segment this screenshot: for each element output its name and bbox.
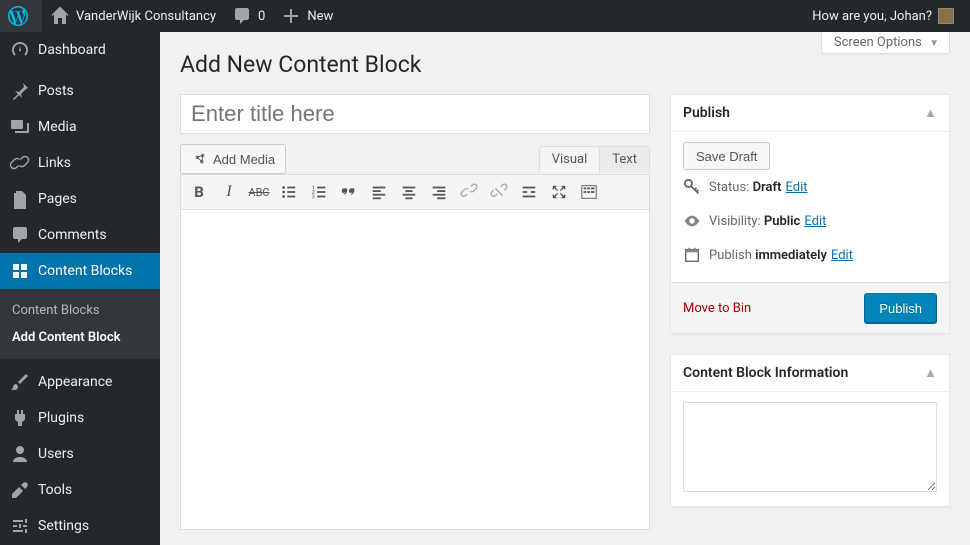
tab-visual[interactable]: Visual [539, 146, 601, 173]
align-right-button[interactable] [425, 179, 453, 205]
blockquote-button[interactable] [335, 179, 363, 205]
info-textarea[interactable] [683, 402, 937, 492]
plug-icon [10, 408, 30, 428]
editor-content-area[interactable] [180, 210, 650, 530]
pin-icon [10, 81, 30, 101]
bold-button[interactable]: B [185, 179, 213, 205]
new-content-link[interactable]: New [273, 0, 341, 32]
svg-text:3: 3 [312, 194, 315, 200]
eye-icon [683, 212, 701, 230]
admin-sidebar: Dashboard Posts Media Links Pages Commen… [0, 32, 160, 545]
fullscreen-button[interactable] [545, 179, 573, 205]
toolbar-toggle-button[interactable] [575, 179, 603, 205]
menu-tools[interactable]: Tools [0, 472, 160, 508]
title-wrap [180, 94, 650, 134]
grid-icon [10, 261, 30, 281]
new-label: New [307, 9, 333, 24]
comments-link[interactable]: 0 [224, 0, 273, 32]
home-icon [50, 6, 70, 26]
edit-visibility-link[interactable]: Edit [804, 214, 826, 229]
comment-count: 0 [258, 9, 265, 24]
link-button[interactable] [455, 179, 483, 205]
wordpress-icon [8, 6, 28, 26]
link-icon [10, 153, 30, 173]
submenu-item-add-content-block[interactable]: Add Content Block [0, 324, 160, 351]
sliders-icon [10, 516, 30, 536]
post-title-input[interactable] [180, 94, 650, 134]
menu-links[interactable]: Links [0, 145, 160, 181]
italic-button[interactable]: I [215, 179, 243, 205]
align-left-button[interactable] [365, 179, 393, 205]
number-list-button[interactable]: 123 [305, 179, 333, 205]
menu-plugins[interactable]: Plugins [0, 400, 160, 436]
wp-logo[interactable] [0, 0, 42, 32]
unlink-button[interactable] [485, 179, 513, 205]
comments-icon [10, 225, 30, 245]
publish-button[interactable]: Publish [864, 293, 937, 323]
content-block-info-box: Content Block Information ▲ [670, 354, 950, 507]
menu-content-blocks[interactable]: Content Blocks [0, 253, 160, 289]
site-name-link[interactable]: VanderWijk Consultancy [42, 0, 224, 32]
editor-toolbar: B I ABC 123 [180, 174, 650, 210]
insert-more-button[interactable] [515, 179, 543, 205]
menu-comments[interactable]: Comments [0, 217, 160, 253]
brush-icon [10, 372, 30, 392]
menu-settings[interactable]: Settings [0, 508, 160, 544]
menu-appearance[interactable]: Appearance [0, 364, 160, 400]
key-icon [683, 178, 701, 196]
edit-publish-date-link[interactable]: Edit [831, 248, 853, 263]
dashboard-icon [10, 40, 30, 60]
screen-options-toggle[interactable]: Screen Options ▼ [821, 32, 950, 54]
edit-status-link[interactable]: Edit [785, 180, 807, 195]
save-draft-button[interactable]: Save Draft [683, 142, 770, 170]
submenu-content-blocks: Content Blocks Add Content Block [0, 289, 160, 359]
comment-icon [232, 6, 252, 26]
howdy-text: How are you, Johan? [812, 9, 932, 24]
my-account-link[interactable]: How are you, Johan? [804, 0, 962, 32]
tab-text[interactable]: Text [599, 146, 650, 172]
avatar [938, 8, 954, 24]
align-center-button[interactable] [395, 179, 423, 205]
calendar-icon [683, 246, 701, 264]
collapse-icon[interactable]: ▲ [924, 365, 937, 381]
add-media-button[interactable]: Add Media [180, 144, 286, 174]
menu-pages[interactable]: Pages [0, 181, 160, 217]
wrench-icon [10, 480, 30, 500]
site-name: VanderWijk Consultancy [76, 9, 216, 24]
menu-users[interactable]: Users [0, 436, 160, 472]
page-icon [10, 189, 30, 209]
strikethrough-button[interactable]: ABC [245, 179, 273, 205]
bullet-list-button[interactable] [275, 179, 303, 205]
publish-box-title: Publish [683, 105, 730, 121]
menu-media[interactable]: Media [0, 109, 160, 145]
menu-posts[interactable]: Posts [0, 73, 160, 109]
publish-box: Publish ▲ Save Draft Status: Draft Edit … [670, 94, 950, 334]
media-icon [10, 117, 30, 137]
media-icon [191, 150, 209, 168]
submenu-item-content-blocks[interactable]: Content Blocks [0, 297, 160, 324]
info-box-title: Content Block Information [683, 365, 848, 381]
chevron-down-icon: ▼ [929, 38, 939, 49]
plus-icon [281, 6, 301, 26]
collapse-icon[interactable]: ▲ [924, 105, 937, 121]
user-icon [10, 444, 30, 464]
menu-dashboard[interactable]: Dashboard [0, 32, 160, 68]
admin-bar: VanderWijk Consultancy 0 New How are you… [0, 0, 970, 32]
move-to-bin-link[interactable]: Move to Bin [683, 301, 751, 316]
